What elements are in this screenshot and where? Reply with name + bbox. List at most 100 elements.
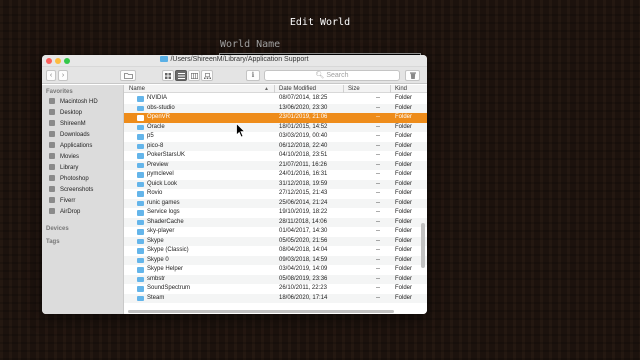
sidebar-item-applications[interactable]: Applications (42, 141, 123, 152)
table-row[interactable]: Skype Helper 03/04/2019, 14:09 -- Folder (124, 265, 427, 275)
table-row[interactable]: PokerStarsUK 04/10/2018, 23:51 -- Folder (124, 151, 427, 161)
file-name: Skype (147, 237, 164, 244)
column-header-kind[interactable]: Kind (395, 85, 407, 93)
date-modified: 08/07/2014, 18:25 (279, 95, 328, 101)
back-button[interactable]: ‹ (46, 70, 56, 81)
table-row[interactable]: runic games 25/06/2014, 21:24 -- Folder (124, 198, 427, 208)
folder-icon (137, 248, 144, 254)
icon-view-button[interactable] (162, 70, 174, 81)
file-kind: Folder (395, 142, 413, 149)
file-kind: Folder (395, 237, 413, 244)
table-row-selected[interactable]: OpenVR 23/01/2019, 21:06 -- Folder (124, 113, 427, 123)
folder-icon (49, 186, 55, 192)
sort-chevron-icon: ▲ (264, 86, 269, 92)
sidebar-item-library[interactable]: Library (42, 163, 123, 174)
table-row[interactable]: sky-player 01/04/2017, 14:30 -- Folder (124, 227, 427, 237)
vertical-scrollbar[interactable] (421, 223, 425, 268)
file-list-pane: Name ▲ Date Modified Size Kind NVIDIA 08/… (124, 85, 427, 314)
file-size: -- (376, 294, 380, 301)
column-divider[interactable] (390, 85, 391, 93)
date-modified: 26/10/2011, 22:23 (279, 285, 327, 291)
date-modified: 05/08/2019, 23:36 (279, 275, 328, 282)
new-folder-button[interactable] (120, 70, 136, 81)
sidebar-item-movies[interactable]: Movies (42, 152, 123, 163)
table-row[interactable]: SoundSpectrum 26/10/2011, 22:23 -- Folder (124, 284, 427, 294)
list-view-button[interactable] (175, 70, 187, 81)
column-header-date-modified[interactable]: Date Modified (279, 85, 316, 93)
sidebar-item-shireenm[interactable]: ShireenM (42, 119, 123, 130)
folder-icon (137, 191, 144, 197)
column-divider[interactable] (343, 85, 344, 93)
folder-icon (160, 56, 169, 62)
file-name: Steam (147, 294, 165, 301)
date-modified: 03/04/2019, 14:09 (279, 266, 328, 272)
sidebar-item-label: AirDrop (60, 209, 81, 215)
file-size: -- (376, 123, 380, 130)
folder-icon (137, 286, 144, 292)
file-name: runic games (147, 199, 180, 206)
date-modified: 25/06/2014, 21:24 (279, 199, 328, 206)
airdrop-icon (49, 208, 55, 214)
file-name: Preview (147, 161, 169, 168)
date-modified: 01/04/2017, 14:30 (279, 228, 328, 234)
file-kind: Folder (395, 228, 413, 234)
file-kind: Folder (395, 218, 413, 225)
column-header-row: Name ▲ Date Modified Size Kind (124, 85, 427, 93)
file-size: -- (376, 228, 380, 234)
table-row[interactable]: Rovio 27/12/2015, 21:43 -- Folder (124, 189, 427, 199)
trash-button[interactable] (405, 70, 420, 81)
folder-icon (137, 219, 144, 225)
date-modified: 21/07/2011, 16:26 (279, 161, 327, 168)
table-row[interactable]: Oracle 18/01/2015, 14:52 -- Folder (124, 122, 427, 132)
gallery-view-button[interactable] (201, 70, 213, 81)
search-field[interactable]: 🔍︎ Search (264, 70, 400, 81)
sidebar-item-fiverr[interactable]: Fiverr (42, 196, 123, 207)
forward-button[interactable]: › (58, 70, 68, 81)
sidebar-item-desktop[interactable]: Desktop (42, 108, 123, 119)
table-row[interactable]: Steam 18/06/2020, 17:14 -- Folder (124, 293, 427, 303)
column-view-button[interactable] (188, 70, 200, 81)
date-modified: 18/06/2020, 17:14 (279, 294, 328, 301)
file-size: -- (376, 133, 380, 139)
table-row[interactable]: Skype 05/05/2020, 21:56 -- Folder (124, 236, 427, 246)
file-kind: Folder (395, 285, 413, 291)
title-bar[interactable]: /Users/ShireenM/Library/Application Supp… (42, 55, 427, 67)
table-row[interactable]: ShaderCache 28/11/2018, 14:06 -- Folder (124, 217, 427, 227)
file-size: -- (376, 95, 380, 101)
sidebar-heading-tags[interactable]: Tags (42, 237, 123, 247)
folder-icon (137, 267, 144, 273)
table-row[interactable]: smbstr 05/08/2019, 23:36 -- Folder (124, 274, 427, 284)
table-row[interactable]: p5 03/03/2019, 00:40 -- Folder (124, 132, 427, 142)
desktop-icon (49, 109, 55, 115)
sidebar-item-label: Movies (60, 154, 80, 160)
icon-grid-icon (165, 72, 171, 79)
column-header-size[interactable]: Size (348, 85, 360, 93)
folder-icon (49, 164, 55, 170)
sidebar-item-label: Desktop (60, 110, 83, 116)
table-row[interactable]: pymclevel 24/01/2016, 16:31 -- Folder (124, 170, 427, 180)
table-row[interactable]: Preview 21/07/2011, 16:26 -- Folder (124, 160, 427, 170)
sidebar-item-screenshots[interactable]: Screenshots (42, 185, 123, 196)
sidebar-item-photoshop[interactable]: Photoshop (42, 174, 123, 185)
file-name: Skype Helper (147, 266, 184, 272)
table-row[interactable]: Service logs 19/10/2019, 18:22 -- Folder (124, 208, 427, 218)
sidebar-item-label: Fiverr (60, 198, 76, 204)
table-row[interactable]: NVIDIA 08/07/2014, 18:25 -- Folder (124, 94, 427, 104)
table-row[interactable]: Skype 0 09/03/2018, 14:59 -- Folder (124, 255, 427, 265)
file-name: OpenVR (147, 114, 171, 120)
column-header-name[interactable]: Name (129, 85, 145, 93)
table-row[interactable]: pico-8 06/12/2018, 22:40 -- Folder (124, 141, 427, 151)
table-row[interactable]: obs-studio 13/06/2020, 23:30 -- Folder (124, 103, 427, 113)
table-row[interactable]: Skype (Classic) 08/04/2018, 14:04 -- Folder (124, 246, 427, 256)
sidebar-item-macintosh-hd[interactable]: Macintosh HD (42, 97, 123, 108)
sidebar-heading-devices[interactable]: Devices (42, 224, 123, 234)
sidebar-item-airdrop[interactable]: AirDrop (42, 207, 123, 218)
info-button[interactable]: ℹ (246, 70, 260, 81)
table-row[interactable]: Quick Look 31/12/2018, 19:59 -- Folder (124, 179, 427, 189)
date-modified: 27/12/2015, 21:43 (279, 190, 328, 196)
date-modified: 28/11/2018, 14:06 (279, 218, 327, 225)
horizontal-scrollbar[interactable] (128, 310, 394, 313)
file-name: pymclevel (147, 171, 174, 177)
sidebar-item-downloads[interactable]: Downloads (42, 130, 123, 141)
column-divider[interactable] (274, 85, 275, 93)
